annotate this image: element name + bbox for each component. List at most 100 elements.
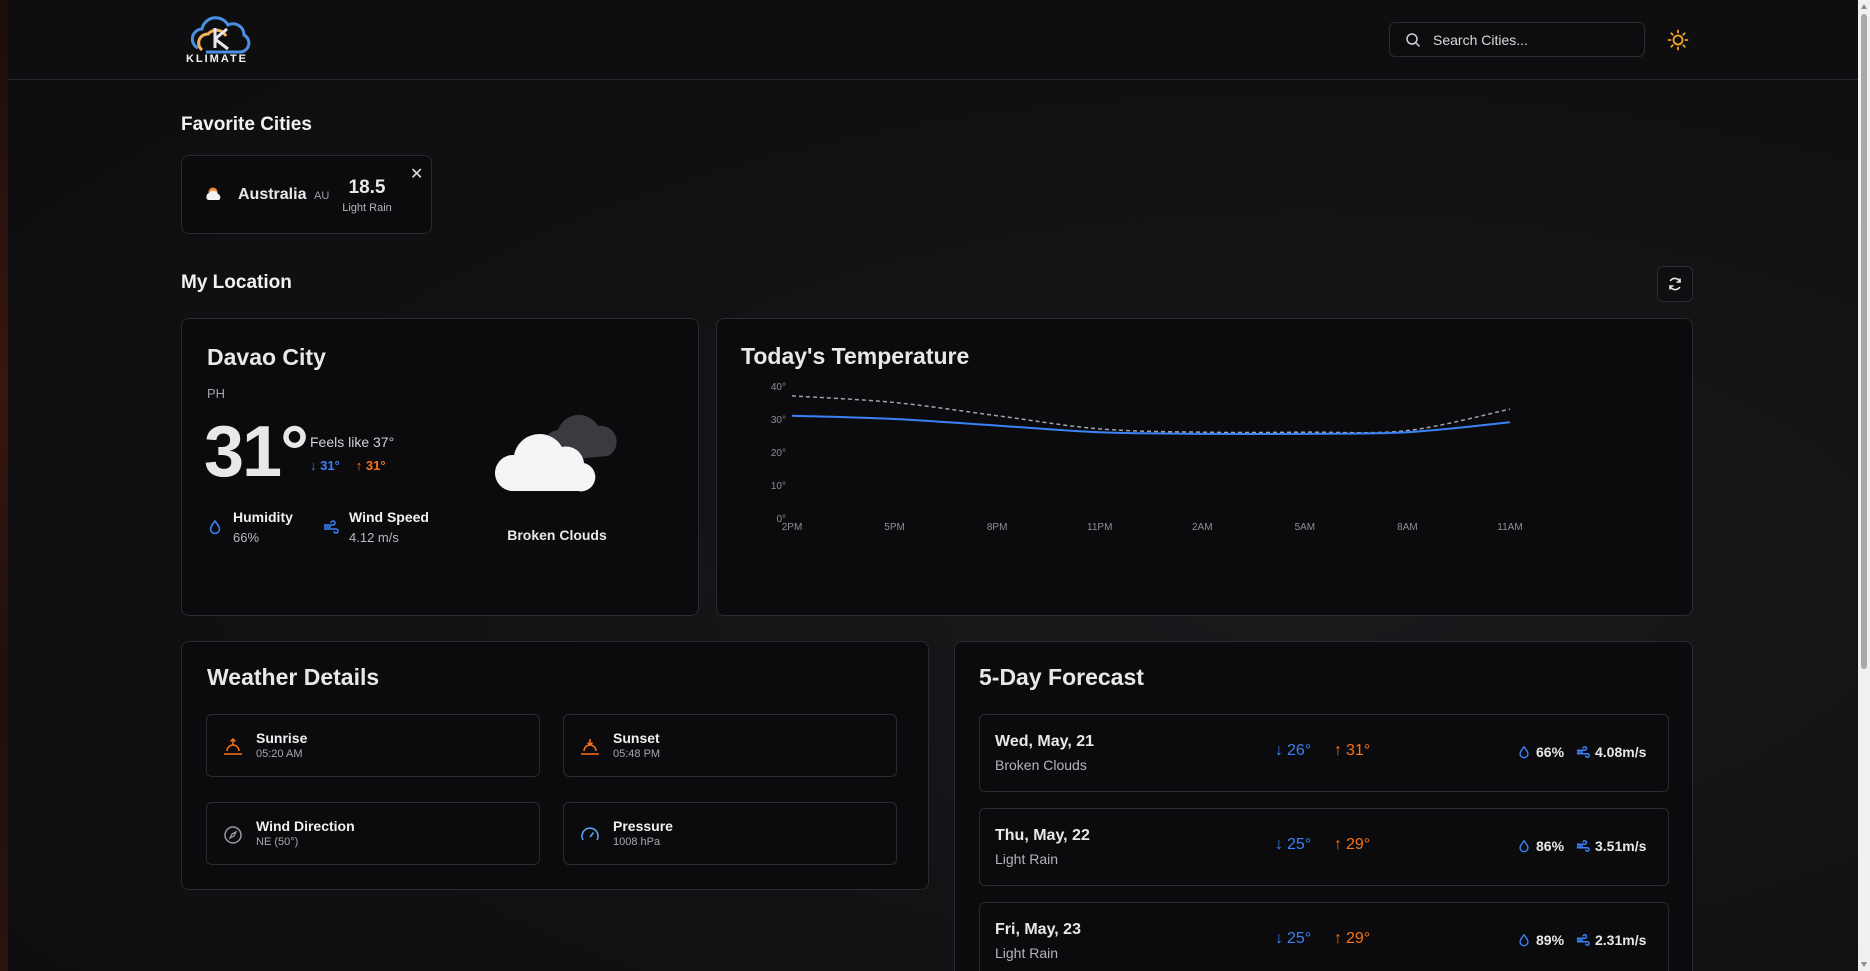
remove-favorite-button[interactable]: ✕ [410, 164, 423, 184]
droplet-icon [1519, 933, 1529, 947]
forecast-high: ↑ 29° [1334, 836, 1371, 853]
sunrise-icon [224, 737, 242, 755]
wind-direction-label: Wind Direction [256, 818, 355, 834]
condition-label: Broken Clouds [507, 527, 607, 543]
wind-icon [1576, 746, 1590, 758]
y-tick-label: 10° [771, 481, 786, 492]
app-header: KLIMATE Search Cities... [8, 0, 1858, 80]
wind-value: 4.12 m/s [349, 530, 399, 545]
sun-icon [1667, 29, 1689, 51]
search-placeholder: Search Cities... [1433, 31, 1528, 48]
arrow-down-icon: ↓ [1275, 930, 1283, 947]
arrow-down-icon: ↓ [1275, 836, 1283, 853]
y-tick-label: 30° [771, 415, 786, 426]
forecast-card: 5-Day Forecast Wed, May, 21 Broken Cloud… [954, 641, 1693, 971]
forecast-humidity: 86% [1517, 838, 1564, 854]
droplet-icon [1519, 745, 1529, 759]
wind-direction-value: NE (50°) [256, 836, 299, 848]
temperature-chart-card: Today's Temperature 0° 10° 20° 30° 40° 2PM 5PM… [716, 318, 1693, 616]
scrollbar-thumb[interactable] [1861, 14, 1867, 669]
search-button[interactable]: Search Cities... [1389, 22, 1645, 57]
pressure-value: 1008 hPa [613, 836, 661, 848]
favorite-city-card[interactable]: Australia AU 18.5 Light Rain ✕ [181, 155, 432, 234]
pressure-label: Pressure [613, 818, 673, 834]
wind-label: Wind Speed [349, 509, 429, 525]
sunset-icon [581, 739, 599, 755]
location-country: PH [207, 386, 226, 401]
wind-icon [1576, 934, 1590, 946]
temperature-chart: 0°10°20°30°40°2PM 5PM 8PM 11PM 2AM 5AM 8AM 11AM [771, 382, 1523, 533]
compass-icon [224, 826, 242, 844]
page: KLIMATE Search Cities... Favorite Cities [8, 0, 1858, 971]
wind-direction-detail: Wind Direction NE (50°) [206, 802, 540, 865]
scroll-down-arrow-icon[interactable] [1861, 962, 1867, 967]
forecast-high: ↑ 29° [1334, 930, 1371, 947]
forecast-desc: Light Rain [995, 851, 1059, 867]
humidity-label: Humidity [233, 509, 293, 525]
arrow-up-icon: ↑ [1334, 742, 1342, 759]
forecast-wind: 4.08m/s [1576, 744, 1646, 760]
forecast-low: ↓ 25° [1275, 930, 1312, 947]
forecast-high: ↑ 31° [1334, 742, 1371, 759]
forecast-desc: Broken Clouds [995, 757, 1087, 773]
low-temp: ↓ 31° [310, 458, 340, 473]
x-tick-label: 2PM [782, 522, 803, 533]
sunrise-value: 05:20 AM [256, 748, 303, 760]
favorites-title: Favorite Cities [181, 114, 312, 135]
forecast-row: Wed, May, 21 Broken Clouds ↓ 26° ↑ 31° 66%… [979, 714, 1669, 792]
favorite-desc: Light Rain [342, 202, 392, 214]
wind-icon [1576, 840, 1590, 852]
window-edge [0, 0, 8, 971]
forecast-row: Thu, May, 22 Light Rain ↓ 25° ↑ 29° 86% 3.… [979, 808, 1669, 886]
forecast-date: Thu, May, 22 [995, 827, 1090, 844]
x-tick-label: 8AM [1397, 522, 1418, 533]
sunset-value: 05:48 PM [613, 748, 661, 760]
x-tick-label: 2AM [1192, 522, 1213, 533]
droplet-icon [209, 519, 221, 535]
x-tick-label: 11PM [1087, 522, 1112, 533]
favorite-temp: 18.5 [348, 177, 386, 198]
rain-cloud-icon [206, 187, 221, 200]
favorite-city-name: Australia [238, 186, 307, 203]
x-tick-label: 8PM [987, 522, 1008, 533]
low-high: ↓ 31° ↑ 31° [310, 458, 386, 473]
forecast-wind: 3.51m/s [1576, 838, 1646, 854]
forecast-humidity: 89% [1517, 932, 1564, 948]
details-title: Weather Details [207, 664, 380, 690]
pressure-detail: Pressure 1008 hPa [563, 802, 897, 865]
logo-text: KLIMATE [185, 53, 249, 65]
series-line-dashed [791, 395, 1511, 434]
forecast-wind: 2.31m/s [1576, 932, 1646, 948]
high-temp: ↑ 31° [355, 458, 386, 473]
forecast-date: Fri, May, 23 [995, 921, 1081, 938]
forecast-humidity: 66% [1517, 744, 1564, 760]
feels-like: Feels like 37° [310, 434, 395, 450]
forecast-desc: Light Rain [995, 945, 1059, 961]
forecast-title: 5-Day Forecast [979, 664, 1144, 690]
sunset-label: Sunset [613, 730, 660, 746]
weather-details-card: Weather Details Sunrise 05:20 AM Sunset … [181, 641, 929, 890]
gauge-icon [581, 827, 599, 841]
forecast-low: ↓ 26° [1275, 742, 1312, 759]
location-city: Davao City [207, 344, 326, 370]
scroll-up-arrow-icon[interactable] [1861, 4, 1867, 9]
y-tick-label: 20° [771, 448, 786, 459]
sunrise-detail: Sunrise 05:20 AM [206, 714, 540, 777]
x-tick-label: 11AM [1497, 522, 1522, 533]
page-scrollbar[interactable] [1858, 0, 1870, 971]
arrow-up-icon: ↑ [1334, 836, 1342, 853]
y-tick-label: 40° [771, 382, 786, 393]
search-icon [1406, 32, 1421, 47]
humidity-stat: Humidity 66% [207, 509, 293, 545]
favorite-country-code: AU [314, 190, 330, 202]
sunrise-label: Sunrise [256, 730, 308, 746]
sunset-detail: Sunset 05:48 PM [563, 714, 897, 777]
broken-clouds-icon [494, 414, 617, 492]
my-location-title: My Location [181, 272, 292, 293]
theme-toggle-button[interactable] [1663, 25, 1693, 55]
forecast-low: ↓ 25° [1275, 836, 1312, 853]
current-weather-card: Davao City PH 31° Feels like 37° ↓ 31° ↑… [181, 318, 699, 616]
refresh-button[interactable] [1657, 266, 1693, 302]
arrow-up-icon: ↑ [1334, 930, 1342, 947]
wind-stat: Wind Speed 4.12 m/s [323, 509, 429, 545]
